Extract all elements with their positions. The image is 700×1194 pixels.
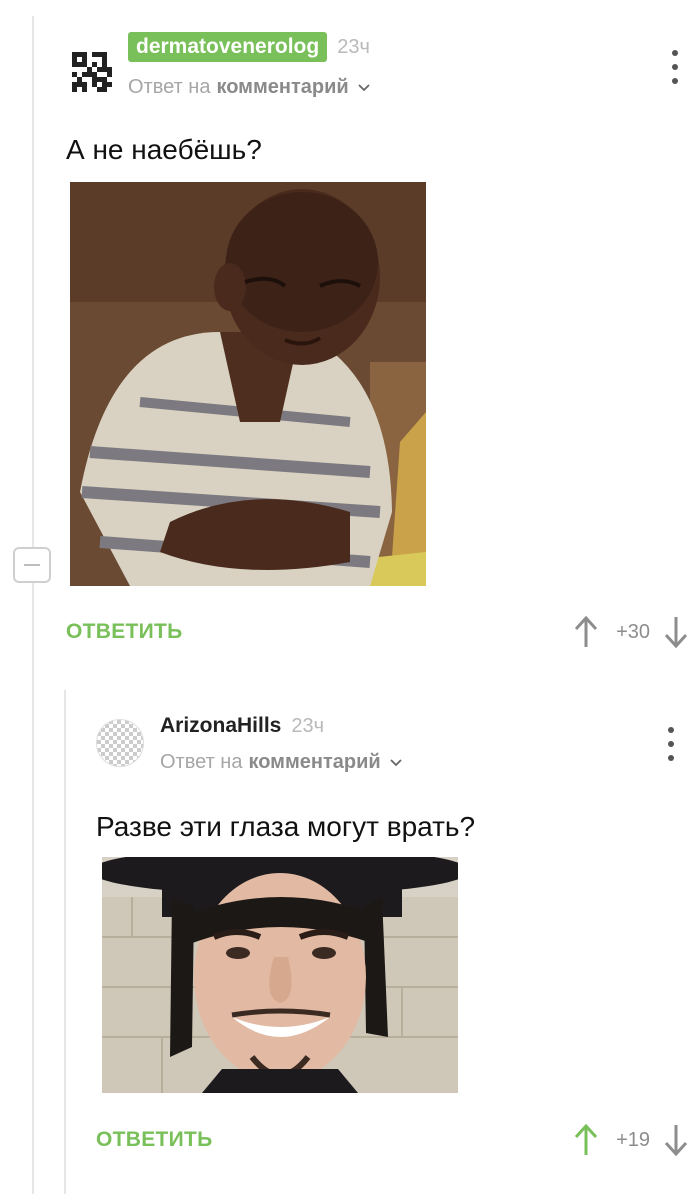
comment-time: 23ч [291, 714, 325, 737]
upvote-arrow-icon[interactable] [572, 1123, 600, 1157]
placeholder-avatar-icon[interactable] [96, 719, 144, 767]
reply-button[interactable]: ОТВЕТИТЬ [96, 1128, 213, 1152]
comment-actions: ОТВЕТИТЬ +30 [66, 612, 690, 652]
comment-rating: +19 [616, 1128, 650, 1151]
more-options-icon[interactable] [666, 727, 676, 761]
collapse-thread-button[interactable] [13, 547, 51, 583]
reply-target: комментарий [248, 751, 381, 773]
comment-text: А не наебёшь? [66, 134, 262, 165]
comment-header: ArizonaHills 23ч [160, 711, 324, 741]
comment-actions: ОТВЕТИТЬ +19 [96, 1120, 690, 1160]
more-options-icon[interactable] [670, 50, 680, 84]
vote-controls: +19 [572, 1123, 690, 1157]
author-name[interactable]: ArizonaHills [160, 711, 281, 741]
upvote-arrow-icon[interactable] [572, 615, 600, 649]
comment-header: dermatovenerolog 23ч [128, 32, 370, 62]
thread-line-nested [64, 690, 66, 1194]
author-name[interactable]: dermatovenerolog [128, 32, 328, 62]
reply-to-link[interactable]: Ответ на комментарий [128, 76, 371, 99]
downvote-arrow-icon[interactable] [662, 1123, 690, 1157]
qr-code-icon [72, 52, 112, 92]
vote-controls: +30 [572, 615, 690, 649]
comment-rating: +30 [616, 620, 650, 643]
thread-line [32, 16, 34, 1194]
comment-text: Разве эти глаза могут врать? [96, 811, 476, 842]
chevron-down-icon [390, 758, 402, 766]
chevron-down-icon [358, 83, 370, 91]
comment-image[interactable] [70, 182, 426, 586]
reply-target: комментарий [216, 76, 349, 98]
comment-image[interactable] [102, 857, 458, 1093]
reply-prefix: Ответ на [128, 76, 211, 98]
reply-button[interactable]: ОТВЕТИТЬ [66, 620, 183, 644]
reply-prefix: Ответ на [160, 751, 243, 773]
comment-time: 23ч [337, 35, 370, 58]
downvote-arrow-icon[interactable] [662, 615, 690, 649]
author-avatar[interactable] [66, 46, 118, 98]
reply-to-link[interactable]: Ответ на комментарий [160, 751, 403, 774]
